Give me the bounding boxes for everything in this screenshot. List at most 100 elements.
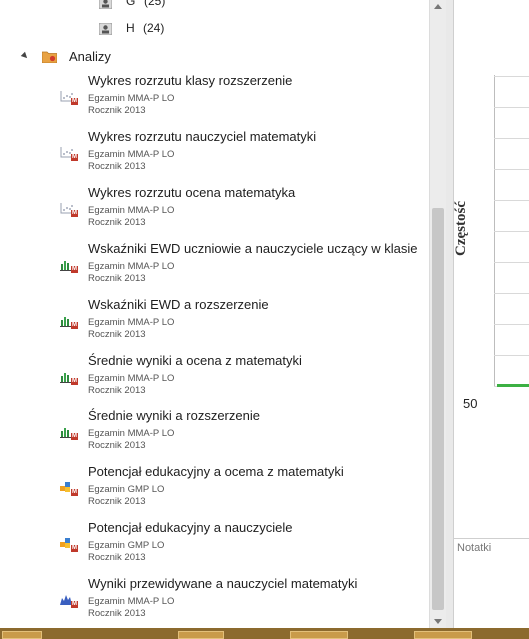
analysis-item-exam: Egzamin MMA-P LO: [88, 428, 175, 439]
group-icon: [98, 0, 113, 10]
gridline: [494, 200, 529, 201]
analysis-item-title: Wykres rozrzutu nauczyciel matematyki: [88, 129, 317, 144]
group-g-label: G: [126, 0, 136, 8]
analysis-item-title: Wyniki przewidywane a nauczyciel matemat…: [88, 576, 358, 591]
scatter-chart-icon: M: [60, 90, 78, 105]
analysis-item-exam: Egzamin MMA-P LO: [88, 93, 175, 104]
analysis-tree: G (25) H (24) Analizy M Wykres rozrzutu k…: [0, 0, 429, 628]
analysis-item-exam: Egzamin MMA-P LO: [88, 205, 175, 216]
report-badge-icon: M: [71, 433, 78, 440]
report-badge-icon: M: [71, 266, 78, 273]
analysis-item-exam: Egzamin MMA-P LO: [88, 373, 175, 384]
report-badge-icon: M: [71, 601, 78, 608]
analysis-item-title: Średnie wyniki a ocena z matematyki: [88, 353, 302, 368]
analysis-item-year: Rocznik 2013: [88, 329, 146, 340]
analysis-item-year: Rocznik 2013: [88, 608, 146, 619]
blocks-chart-icon: M: [60, 537, 78, 552]
report-badge-icon: M: [71, 98, 78, 105]
taskbar-button[interactable]: [2, 631, 42, 639]
gridline: [494, 293, 529, 294]
folder-label: Analizy: [69, 49, 111, 64]
report-badge-icon: M: [71, 322, 78, 329]
gridline: [494, 231, 529, 232]
report-badge-icon: M: [71, 154, 78, 161]
analysis-item[interactable]: M Wskaźniki EWD a rozszerzenie Egzamin MMA…: [0, 297, 429, 347]
analysis-item-title: Wykres rozrzutu klasy rozszerzenie: [88, 73, 293, 88]
report-badge-icon: M: [71, 489, 78, 496]
tree-node-analizy[interactable]: Analizy: [0, 48, 429, 66]
pane-splitter[interactable]: [446, 0, 453, 628]
notes-label: Notatki: [457, 542, 492, 554]
analysis-item[interactable]: M Wykres rozrzutu nauczyciel matematyki Eg…: [0, 129, 429, 179]
analysis-item-year: Rocznik 2013: [88, 552, 146, 563]
analysis-item-year: Rocznik 2013: [88, 440, 146, 451]
report-badge-icon: M: [71, 378, 78, 385]
scatter-chart-icon: M: [60, 146, 78, 161]
group-h-label: H: [126, 21, 135, 35]
scroll-up-icon[interactable]: [434, 4, 442, 9]
histogram-preview: Częstość 50: [452, 0, 529, 535]
x-tick-label: 50: [463, 396, 478, 411]
tree-node-group-h[interactable]: H (24): [0, 21, 429, 37]
analysis-item-exam: Egzamin GMP LO: [88, 484, 165, 495]
analysis-item-title: Potencjał edukacyjny a ocema z matematyk…: [88, 464, 344, 479]
analysis-item[interactable]: M Wyniki przewidywane a nauczyciel matema…: [0, 576, 429, 626]
analysis-item[interactable]: M Potencjał edukacyjny a nauczyciele Egzam…: [0, 520, 429, 570]
analysis-item-title: Wykres rozrzutu ocena matematyka: [88, 185, 296, 200]
report-badge-icon: M: [71, 210, 78, 217]
analysis-item-exam: Egzamin GMP LO: [88, 540, 165, 551]
analysis-item-title: Wskaźniki EWD uczniowie a nauczyciele uc…: [88, 241, 418, 256]
group-icon: [98, 22, 113, 36]
analysis-item-title: Średnie wyniki a rozszerzenie: [88, 408, 260, 423]
expand-arrow-icon[interactable]: [20, 51, 30, 61]
analysis-item-year: Rocznik 2013: [88, 385, 146, 396]
bar-chart-icon: M: [60, 370, 78, 385]
analysis-item-year: Rocznik 2013: [88, 105, 146, 116]
analysis-item[interactable]: M Wykres rozrzutu klasy rozszerzenie Egzam…: [0, 73, 429, 123]
analysis-item-title: Potencjał edukacyjny a nauczyciele: [88, 520, 293, 535]
analysis-item-year: Rocznik 2013: [88, 496, 146, 507]
analysis-item[interactable]: M Średnie wyniki a rozszerzenie Egzamin MM…: [0, 408, 429, 458]
gridline: [494, 324, 529, 325]
tree-node-group-g[interactable]: G (25): [0, 0, 429, 10]
analysis-item-year: Rocznik 2013: [88, 273, 146, 284]
tree-scrollbar[interactable]: [429, 0, 446, 628]
scroll-thumb[interactable]: [432, 208, 444, 610]
analysis-item[interactable]: M Wskaźniki EWD uczniowie a nauczyciele u…: [0, 241, 429, 291]
preview-pane: Częstość 50 Notatki: [453, 0, 529, 628]
gridline: [494, 138, 529, 139]
bar-chart-icon: M: [60, 425, 78, 440]
taskbar-button[interactable]: [290, 631, 348, 639]
bar-chart-icon: M: [60, 314, 78, 329]
report-badge-icon: M: [71, 545, 78, 552]
gridline: [494, 355, 529, 356]
taskbar: [0, 628, 529, 639]
analysis-item-exam: Egzamin MMA-P LO: [88, 317, 175, 328]
scatter-chart-icon: M: [60, 202, 78, 217]
analysis-item-title: Wskaźniki EWD a rozszerzenie: [88, 297, 269, 312]
folder-icon: [41, 50, 58, 64]
bar-chart-icon: M: [60, 258, 78, 273]
gridline: [494, 262, 529, 263]
taskbar-button[interactable]: [414, 631, 472, 639]
gridline: [494, 76, 529, 77]
group-h-count: (24): [143, 21, 165, 35]
data-line: [497, 384, 529, 387]
group-g-count: (25): [144, 0, 166, 8]
y-axis-label: Częstość: [452, 201, 469, 256]
analysis-item[interactable]: M Potencjał edukacyjny a ocema z matematy…: [0, 464, 429, 514]
analysis-item[interactable]: M Średnie wyniki a ocena z matematyki Egza…: [0, 353, 429, 403]
prediction-chart-icon: M: [60, 593, 78, 608]
scroll-down-icon[interactable]: [434, 619, 442, 624]
notes-divider: [454, 538, 529, 539]
taskbar-button[interactable]: [178, 631, 224, 639]
analysis-item-exam: Egzamin MMA-P LO: [88, 261, 175, 272]
analysis-item-exam: Egzamin MMA-P LO: [88, 149, 175, 160]
analysis-item[interactable]: M Wykres rozrzutu ocena matematyka Egzamin…: [0, 185, 429, 235]
analysis-item-year: Rocznik 2013: [88, 161, 146, 172]
blocks-chart-icon: M: [60, 481, 78, 496]
gridline: [494, 169, 529, 170]
analysis-item-exam: Egzamin MMA-P LO: [88, 596, 175, 607]
gridline: [494, 107, 529, 108]
analysis-item-year: Rocznik 2013: [88, 217, 146, 228]
